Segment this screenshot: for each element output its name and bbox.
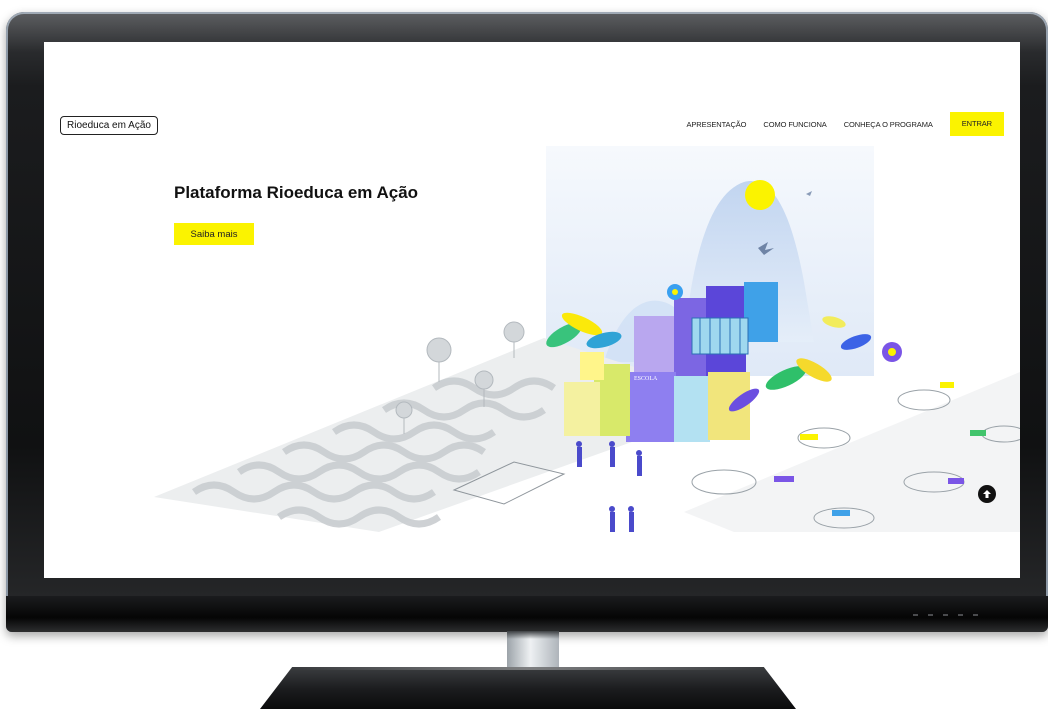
scroll-to-top-button[interactable] xyxy=(978,485,996,503)
nav-como-funciona[interactable]: COMO FUNCIONA xyxy=(763,120,826,129)
monitor-stand-highlight xyxy=(295,667,761,670)
saiba-mais-button[interactable]: Saiba mais xyxy=(174,223,254,245)
school-sign: ESCOLA xyxy=(634,376,658,382)
monitor-indicator-dots xyxy=(913,614,978,616)
site-logo[interactable]: Rioeduca em Ação xyxy=(60,116,158,135)
monitor-bottom-bezel xyxy=(6,596,1048,632)
nav-apresentacao[interactable]: APRESENTAÇÃO xyxy=(686,120,746,129)
hero-title: Plataforma Rioeduca em Ação xyxy=(174,183,419,202)
sun-shape xyxy=(745,180,775,210)
monitor-stand-base xyxy=(260,667,796,709)
arrow-up-icon xyxy=(983,490,991,498)
enter-button[interactable]: ENTRAR xyxy=(949,112,1004,136)
nav-conheca-o-programa[interactable]: CONHEÇA O PROGRAMA xyxy=(844,120,933,129)
screen-bottom-area xyxy=(44,532,1020,578)
screen: ESCOLA Rioeduca em Ação APRESENTAÇÃO COM… xyxy=(44,42,1020,578)
main-nav: APRESENTAÇÃO COMO FUNCIONA CONHEÇA O PRO… xyxy=(686,112,1004,136)
monitor-stand-neck-shadow xyxy=(507,631,559,639)
